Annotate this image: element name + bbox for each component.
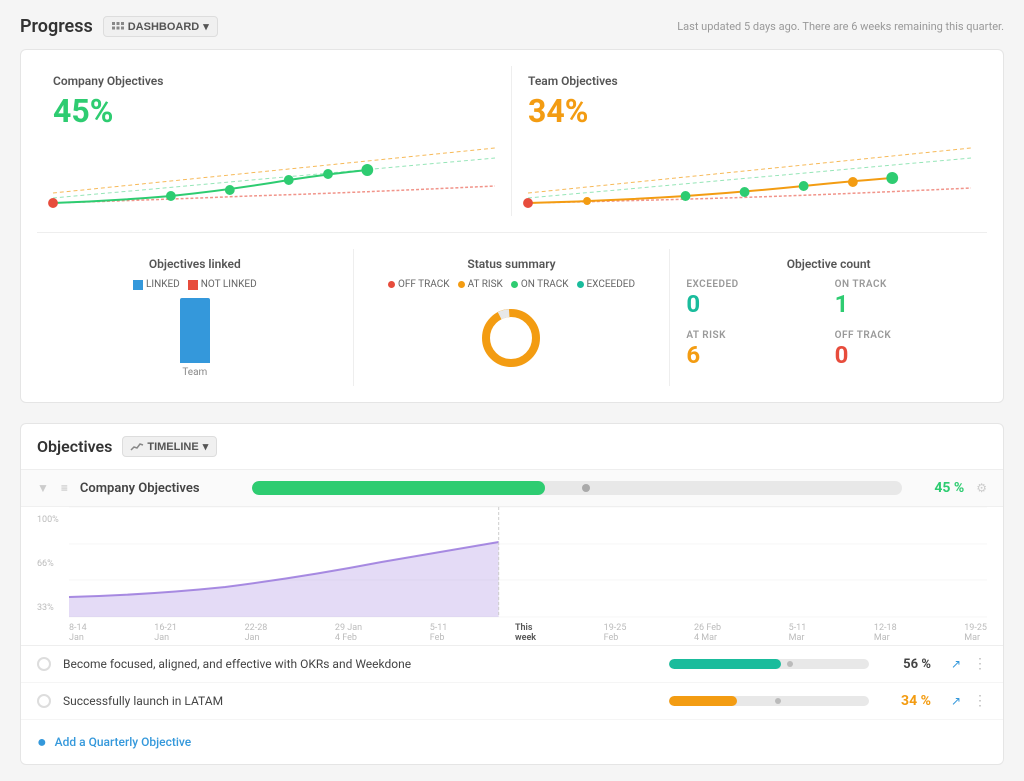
expand-icon[interactable]: ▼	[37, 481, 49, 495]
status-text: Last updated 5 days ago. There are 6 wee…	[677, 20, 1004, 33]
on-track-dot	[511, 281, 518, 288]
team-objectives-card: Team Objectives 34%	[512, 66, 987, 216]
company-objectives-value: 45%	[53, 92, 495, 130]
objective-item-1: Become focused, aligned, and effective w…	[21, 646, 1003, 683]
objectives-header: Objectives TIMELINE ▾	[21, 424, 1003, 470]
filter-icon[interactable]: ≡	[61, 481, 68, 495]
dashboard-grid: Company Objectives 45%	[20, 49, 1004, 403]
x-label-feb5: 5-11Feb	[430, 623, 448, 643]
timeline-svg	[69, 507, 987, 617]
status-summary-legend: OFF TRACK AT RISK ON TRACK EXCEEDED	[370, 279, 654, 290]
x-label-mar19: 19-25Mar	[964, 623, 987, 643]
objectives-linked-card: Objectives linked LINKED NOT LINKED Team	[37, 249, 354, 386]
timeline-icon	[131, 442, 143, 452]
objective-count-title: Objective count	[686, 257, 971, 271]
obj-circle-1	[37, 657, 51, 671]
settings-icon[interactable]: ⚙	[976, 481, 987, 495]
company-objectives-label: Company Objectives	[53, 74, 495, 88]
obj-progress-fill-2	[669, 696, 737, 706]
at-risk-count: AT RISK 6	[686, 330, 822, 369]
obj-progress-fill-1	[669, 659, 781, 669]
add-objective-row[interactable]: ● Add a Quarterly Objective	[21, 720, 1003, 764]
x-label-feb19: 19-25Feb	[604, 623, 627, 643]
off-track-count: OFF TRACK 0	[835, 330, 971, 369]
company-objectives-row: ▼ ≡ Company Objectives 45 % ⚙	[21, 470, 1003, 507]
company-progress-fill	[252, 481, 545, 495]
donut-chart	[370, 298, 654, 378]
linked-legend-color	[133, 280, 143, 290]
bar-fill-linked	[180, 298, 210, 363]
x-label-jan16: 16-21Jan	[154, 623, 177, 643]
counts-grid: EXCEEDED 0 ON TRACK 1 AT RISK 6 OFF TRAC…	[686, 279, 971, 369]
team-objectives-value: 34%	[528, 92, 971, 130]
obj-item-name-1: Become focused, aligned, and effective w…	[63, 657, 657, 671]
external-link-icon-2[interactable]: ↗	[951, 694, 961, 708]
obj-dot-2	[775, 698, 781, 704]
bar-team: Team	[180, 298, 210, 378]
on-track-count: ON TRACK 1	[835, 279, 971, 318]
objectives-title: Objectives	[37, 437, 112, 456]
objectives-linked-legend: LINKED NOT LINKED	[53, 279, 337, 290]
obj-pct-2: 34 %	[881, 693, 931, 709]
x-label-jan29: 29 Jan4 Feb	[335, 623, 362, 643]
obj-progress-bar-1	[669, 659, 869, 669]
obj-dot-1	[787, 661, 793, 667]
objective-count-card: Objective count EXCEEDED 0 ON TRACK 1 AT…	[670, 249, 987, 386]
status-summary-title: Status summary	[370, 257, 654, 271]
off-track-dot	[388, 281, 395, 288]
team-objectives-chart	[528, 138, 971, 208]
obj-item-name-2: Successfully launch in LATAM	[63, 694, 657, 708]
y-label-100: 100%	[37, 515, 59, 525]
company-obj-name: Company Objectives	[80, 481, 240, 496]
y-label-66: 66%	[37, 559, 59, 569]
x-label-mar5: 5-11Mar	[789, 623, 807, 643]
timeline-chevron-icon: ▾	[203, 440, 209, 453]
chevron-down-icon: ▾	[203, 20, 209, 33]
company-progress-bar-container	[252, 481, 902, 495]
objectives-section: Objectives TIMELINE ▾ ▼ ≡ Company Object…	[20, 423, 1004, 765]
exceeded-dot	[577, 281, 584, 288]
x-label-jan22: 22-28Jan	[245, 623, 268, 643]
obj-circle-2	[37, 694, 51, 708]
dashboard-view-button[interactable]: DASHBOARD ▾	[103, 16, 218, 37]
company-obj-pct: 45 %	[914, 480, 964, 496]
company-objectives-card: Company Objectives 45%	[37, 66, 512, 216]
external-link-icon-1[interactable]: ↗	[951, 657, 961, 671]
at-risk-dot	[458, 281, 465, 288]
objectives-linked-title: Objectives linked	[53, 257, 337, 271]
x-label-feb26: 26 Feb4 Mar	[694, 623, 721, 643]
timeline-chart: 100% 66% 33%	[21, 507, 1003, 646]
x-label-thisweek: Thisweek	[515, 623, 536, 643]
status-summary-card: Status summary OFF TRACK AT RISK ON TRAC…	[354, 249, 671, 386]
company-progress-dot	[582, 484, 590, 492]
objective-item-2: Successfully launch in LATAM 34 % ↗ ⋮	[21, 683, 1003, 720]
more-icon-2[interactable]: ⋮	[973, 693, 987, 709]
obj-pct-1: 56 %	[881, 657, 931, 672]
not-linked-legend-color	[188, 280, 198, 290]
exceeded-count: EXCEEDED 0	[686, 279, 822, 318]
linked-bar-chart: Team	[53, 298, 337, 378]
x-label-jan8: 8-14Jan	[69, 623, 87, 643]
add-objective-label: Add a Quarterly Objective	[55, 735, 192, 749]
x-label-mar12: 12-18Mar	[874, 623, 897, 643]
company-objectives-chart	[53, 138, 495, 208]
team-objectives-label: Team Objectives	[528, 74, 971, 88]
add-circle-icon: ●	[37, 732, 47, 752]
timeline-view-button[interactable]: TIMELINE ▾	[122, 436, 217, 457]
y-label-33: 33%	[37, 603, 59, 613]
page-title: Progress	[20, 16, 93, 37]
dashboard-icon	[112, 22, 124, 32]
more-icon-1[interactable]: ⋮	[973, 656, 987, 672]
obj-progress-bar-2	[669, 696, 869, 706]
